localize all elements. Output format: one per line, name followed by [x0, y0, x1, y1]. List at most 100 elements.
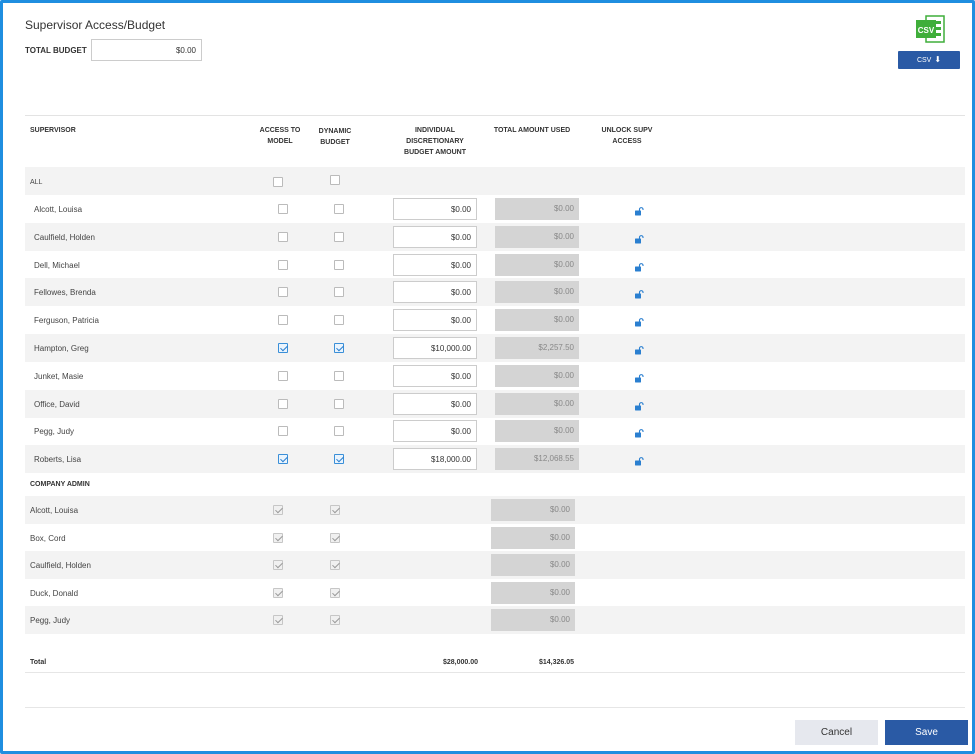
amount-used-field: $2,257.50 — [495, 337, 579, 359]
budget-amount-input[interactable]: $18,000.00 — [393, 448, 477, 471]
budget-amount-input[interactable]: $0.00 — [393, 198, 477, 220]
budget-amount-input[interactable]: $10,000.00 — [393, 337, 477, 359]
cancel-button[interactable]: Cancel — [795, 720, 878, 745]
amount-used-field: $0.00 — [495, 281, 579, 304]
access-checkbox[interactable] — [278, 343, 288, 353]
access-checkbox[interactable] — [278, 370, 288, 381]
admin-dynamic-checkbox — [330, 587, 340, 598]
access-checkbox[interactable] — [278, 259, 288, 270]
admin-access-checkbox — [273, 532, 283, 543]
budget-amount-input[interactable]: $0.00 — [393, 392, 477, 415]
unlock-icon[interactable] — [634, 203, 644, 216]
unlock-icon[interactable] — [634, 314, 644, 327]
admin-name: Box, Cord — [30, 533, 66, 543]
access-checkbox[interactable] — [278, 426, 288, 437]
admin-dynamic-checkbox — [330, 560, 340, 571]
dynamic-checkbox[interactable] — [334, 259, 344, 270]
unlock-icon[interactable] — [634, 259, 644, 272]
page-title: Supervisor Access/Budget — [25, 18, 166, 32]
supervisor-name: Alcott, Louisa — [34, 205, 83, 214]
all-access-checkbox[interactable] — [273, 177, 283, 187]
dynamic-checkbox[interactable] — [334, 398, 344, 409]
budget-amount-input[interactable]: $0.00 — [393, 420, 477, 443]
budget-amount-input[interactable]: $0.00 — [393, 309, 477, 332]
admin-name: Caulfield, Holden — [30, 561, 91, 571]
admin-name: Duck, Donald — [30, 588, 79, 598]
access-checkbox[interactable] — [278, 231, 288, 242]
amount-used-field: $0.00 — [495, 309, 579, 332]
access-checkbox[interactable] — [278, 454, 288, 465]
dynamic-checkbox[interactable] — [334, 426, 344, 437]
csv-button-label: CSV — [916, 57, 932, 64]
admin-access-checkbox — [273, 615, 283, 626]
dynamic-checkbox[interactable] — [334, 287, 344, 298]
admin-dynamic-checkbox — [330, 532, 340, 543]
admin-amount-used-field: $0.00 — [491, 581, 575, 604]
budget-amount-input[interactable]: $0.00 — [393, 281, 477, 304]
unlock-icon[interactable] — [634, 370, 644, 383]
admin-amount-used-field: $0.00 — [491, 499, 575, 521]
unlock-icon[interactable] — [634, 453, 644, 466]
total-budget-input[interactable]: $0.00 — [91, 39, 202, 61]
total-used: $14,326.05 — [538, 659, 574, 666]
access-checkbox[interactable] — [278, 315, 288, 326]
all-label: ALL — [30, 179, 43, 186]
supervisor-name: Roberts, Lisa — [34, 455, 82, 465]
access-checkbox[interactable] — [278, 287, 288, 298]
amount-used-field: $0.00 — [495, 198, 579, 220]
budget-amount-input[interactable]: $0.00 — [393, 225, 477, 248]
budget-amount-input[interactable]: $0.00 — [393, 253, 477, 276]
amount-used-field: $0.00 — [495, 392, 579, 415]
supervisor-name: Caulfield, Holden — [34, 232, 95, 242]
admin-name: Pegg, Judy — [30, 616, 71, 626]
unlock-icon[interactable] — [634, 286, 644, 299]
admin-amount-used-field: $0.00 — [491, 526, 575, 549]
unlock-icon[interactable] — [634, 425, 644, 438]
col-header-amount: INDIVIDUAL DISCRETIONARY BUDGET AMOUNT — [404, 127, 466, 156]
unlock-icon[interactable] — [634, 342, 644, 355]
amount-used-field: $0.00 — [495, 420, 579, 443]
dynamic-checkbox[interactable] — [334, 343, 344, 353]
header-divider — [25, 115, 965, 116]
col-header-used: TOTAL AMOUNT USED — [493, 127, 571, 134]
total-divider — [25, 672, 965, 673]
admin-access-checkbox — [273, 587, 283, 598]
admin-dynamic-checkbox — [330, 615, 340, 626]
all-row — [25, 167, 965, 195]
supervisor-name: Hampton, Greg — [34, 344, 89, 353]
col-header-supervisor: SUPERVISOR — [30, 127, 76, 134]
unlock-icon[interactable] — [634, 231, 644, 244]
download-icon: ⬇ — [934, 55, 942, 64]
dynamic-checkbox[interactable] — [334, 454, 344, 465]
supervisor-name: Office, David — [34, 399, 80, 409]
dynamic-checkbox[interactable] — [334, 231, 344, 242]
admin-access-checkbox — [273, 505, 283, 515]
all-dynamic-checkbox[interactable] — [330, 175, 340, 185]
col-header-unlock: UNLOCK SUPV ACCESS — [601, 127, 653, 145]
admin-amount-used-field: $0.00 — [491, 554, 575, 577]
access-checkbox[interactable] — [278, 204, 288, 214]
unlock-icon[interactable] — [634, 398, 644, 411]
dynamic-checkbox[interactable] — [334, 315, 344, 326]
supervisor-name: Pegg, Judy — [34, 427, 75, 437]
total-label: Total — [30, 659, 47, 666]
supervisor-name: Junket, Masie — [34, 371, 84, 381]
save-button[interactable]: Save — [885, 720, 968, 745]
csv-download-button[interactable]: CSV ⬇ — [898, 51, 960, 69]
dynamic-checkbox[interactable] — [334, 204, 344, 214]
col-header-dynamic: DYNAMIC BUDGET — [318, 128, 352, 146]
dynamic-checkbox[interactable] — [334, 370, 344, 381]
admin-access-checkbox — [273, 560, 283, 571]
csv-file-icon[interactable]: CSV — [914, 13, 946, 45]
supervisor-name: Dell, Michael — [34, 260, 80, 270]
admin-name: Alcott, Louisa — [30, 506, 79, 515]
supervisor-name: Fellowes, Brenda — [34, 288, 96, 298]
amount-used-field: $0.00 — [495, 364, 579, 387]
admin-dynamic-checkbox — [330, 505, 340, 515]
csv-icon-text: CSV — [918, 26, 935, 35]
access-checkbox[interactable] — [278, 398, 288, 409]
company-admin-label: COMPANY ADMIN — [30, 481, 90, 488]
admin-amount-used-field: $0.00 — [491, 609, 575, 632]
budget-amount-input[interactable]: $0.00 — [393, 364, 477, 387]
supervisor-name: Ferguson, Patricia — [34, 316, 99, 326]
